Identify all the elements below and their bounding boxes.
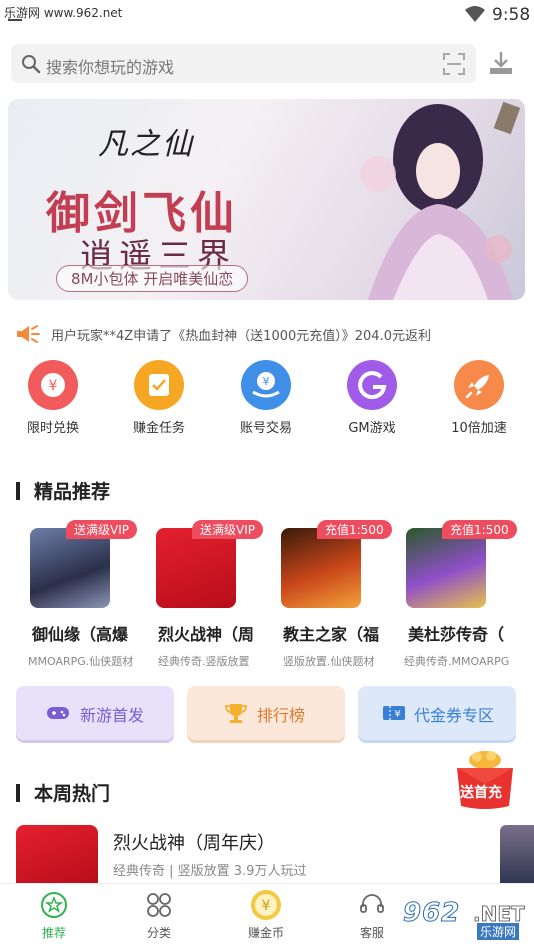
game-name: 教主之家（福: [283, 625, 380, 644]
game-card[interactable]: 充值1:500 美杜莎传奇（ 经典传奇.MMOARPG: [392, 520, 517, 670]
game-desc: 经典传奇.竖版放置: [158, 655, 250, 668]
voucher-zone-button[interactable]: ¥ 代金券专区: [358, 686, 516, 740]
svg-text:¥: ¥: [262, 898, 271, 914]
quick-action-label: 限时兑换: [26, 421, 79, 436]
gamepad-icon: [47, 707, 69, 719]
hot-game-next-thumbnail[interactable]: [500, 825, 534, 885]
game-thumbnail: [406, 528, 486, 608]
quick-action-gm-games[interactable]: GM游戏: [332, 360, 412, 440]
game-thumbnail: [30, 528, 110, 608]
hot-game-name[interactable]: 烈火战神（周年庆）: [113, 829, 275, 855]
quick-action-account-trade[interactable]: ¥ 账号交易: [226, 360, 306, 440]
svg-text:¥: ¥: [49, 378, 58, 394]
voucher-icon: ¥: [383, 706, 405, 720]
clock: 9:58: [492, 5, 531, 25]
nav-item-recommend[interactable]: 推荐: [14, 890, 94, 941]
game-tag: 送满级VIP: [192, 520, 263, 539]
status-bar: 乐游网 www.962.net 9:58: [0, 0, 534, 32]
game-tag: 充值1:500: [442, 520, 517, 539]
game-thumbnail: [156, 528, 236, 608]
quick-action-speedup[interactable]: 10倍加速: [439, 360, 519, 440]
quick-action-label: GM游戏: [348, 421, 396, 436]
headset-icon: [360, 894, 384, 913]
section-marker: [16, 784, 20, 802]
first-pay-label: 送首充: [460, 785, 502, 801]
ranking-button[interactable]: 排行榜: [187, 686, 345, 740]
quick-action-label: 账号交易: [239, 421, 292, 436]
quick-action-exchange[interactable]: ¥ 限时兑换: [13, 360, 93, 440]
watermark-number: 962: [402, 898, 461, 929]
task-icon: [134, 360, 184, 410]
nav-label: 赚金币: [247, 926, 284, 940]
notice-text: 用户玩家**4Z申请了《热血封神（送1000元充值）》204.0元返利: [51, 329, 431, 344]
gm-icon: [347, 360, 397, 410]
quick-action-tasks[interactable]: 赚金任务: [119, 360, 199, 440]
game-name: 烈火战神（周: [158, 625, 255, 644]
wifi-icon: [465, 6, 485, 22]
quick-action-label: 10倍加速: [451, 421, 507, 436]
watermark-sub: 乐游网: [477, 923, 520, 940]
hot-game-desc: 经典传奇 | 竖版放置 3.9万人玩过: [113, 864, 307, 879]
game-card[interactable]: 送满级VIP 烈火战神（周 经典传奇.竖版放置: [142, 520, 263, 670]
exchange-icon: ¥: [28, 360, 78, 410]
nav-label: 推荐: [41, 926, 66, 940]
featured-section-title: 精品推荐: [16, 477, 110, 504]
grid-icon: [147, 893, 171, 917]
weekly-hot-title-text: 本周热门: [34, 783, 111, 805]
promo-banner[interactable]: 凡之仙 御剑飞仙 逍遥三界 8M小包体 开启唯美仙恋: [8, 99, 525, 300]
first-pay-floating-button[interactable]: 送首充: [449, 748, 521, 812]
coin-icon: ¥: [251, 890, 281, 920]
game-name: 美杜莎传奇（: [408, 625, 505, 644]
download-icon[interactable]: [488, 50, 514, 76]
game-thumbnail: [281, 528, 361, 608]
new-games-button[interactable]: 新游首发: [16, 686, 174, 740]
red-envelope-icon: [457, 751, 513, 809]
rebate-notice[interactable]: 用户玩家**4Z申请了《热血封神（送1000元充值）》204.0元返利: [15, 322, 525, 346]
banner-character-art: [360, 101, 521, 300]
trophy-icon: [225, 704, 247, 723]
star-icon: [41, 892, 67, 918]
search-icon: [22, 55, 41, 74]
rocket-icon: [454, 360, 504, 410]
game-card[interactable]: 送满级VIP 御仙缘（高爆 MMOARPG.仙侠题材: [16, 520, 137, 670]
svg-text:¥: ¥: [394, 709, 400, 720]
game-desc: MMOARPG.仙侠题材: [28, 655, 134, 668]
game-tag: 送满级VIP: [66, 520, 137, 539]
section-marker: [16, 482, 20, 500]
game-desc: 经典传奇.MMOARPG: [404, 655, 510, 668]
scan-icon[interactable]: [442, 52, 466, 76]
site-watermark-logo: 962 .NET 乐游网: [395, 896, 527, 942]
game-name: 御仙缘（高爆: [32, 625, 129, 644]
nav-item-category[interactable]: 分类: [119, 890, 199, 941]
quick-action-label: 赚金任务: [132, 421, 185, 436]
search-input[interactable]: 搜索你想玩的游戏: [46, 54, 174, 78]
speaker-icon: [17, 325, 40, 343]
game-card[interactable]: 充值1:500 教主之家（福 竖版放置.仙侠题材: [267, 520, 392, 670]
banner-logo: 凡之仙: [98, 127, 194, 162]
nav-label: 分类: [146, 926, 171, 940]
hot-game-thumbnail[interactable]: [16, 825, 98, 885]
entry-label: 排行榜: [257, 706, 306, 725]
game-desc: 竖版放置.仙侠题材: [283, 655, 375, 668]
menu-icon: [8, 19, 22, 21]
banner-tagline: 8M小包体 开启唯美仙恋: [56, 265, 249, 292]
svg-text:¥: ¥: [263, 375, 270, 388]
trade-icon: ¥: [241, 360, 291, 410]
game-tag: 充值1:500: [317, 520, 392, 539]
featured-title-text: 精品推荐: [34, 481, 111, 503]
search-bar[interactable]: 搜索你想玩的游戏: [11, 44, 476, 83]
entry-label: 新游首发: [80, 706, 145, 725]
entry-label: 代金券专区: [414, 706, 495, 725]
nav-item-earn-coins[interactable]: ¥ 赚金币: [226, 890, 306, 941]
weekly-hot-section-title: 本周热门: [16, 779, 110, 806]
